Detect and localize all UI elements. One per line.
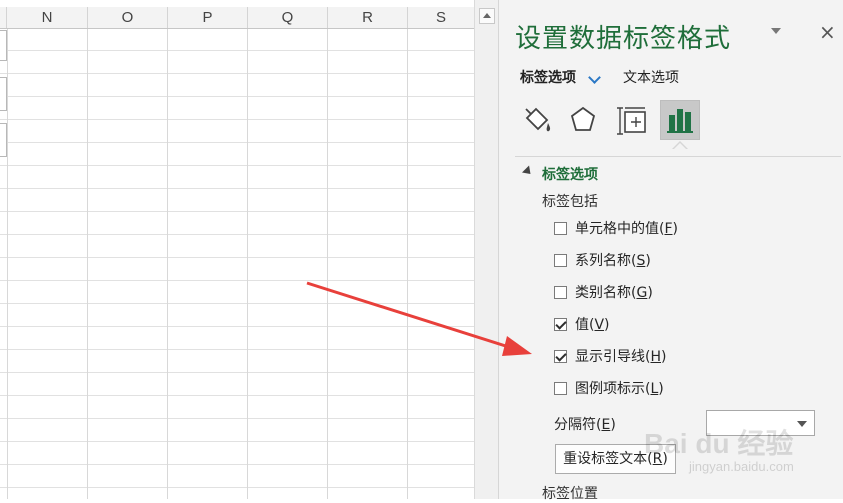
chevron-down-icon[interactable] (588, 71, 601, 84)
scroll-up-arrow-icon[interactable] (479, 8, 495, 24)
chart-shape-edge[interactable] (0, 123, 7, 157)
section-title-label-options[interactable]: 标签选项 (542, 164, 598, 184)
format-data-labels-pane: 设置数据标签格式 × 标签选项 文本选项 标签选项 标签包括 单元格中的值(F)… (498, 0, 843, 502)
column-header-r[interactable]: R (328, 7, 408, 28)
checkbox-legend-key[interactable]: 图例项标示(L) (554, 377, 664, 399)
checkbox-label: 类别名称(G) (575, 285, 653, 301)
tab-text-options[interactable]: 文本选项 (623, 67, 679, 87)
checkbox-series-name[interactable]: 系列名称(S) (554, 249, 651, 271)
checkbox-label: 系列名称(S) (575, 253, 651, 269)
baidu-watermark-url: jingyan.baidu.com (689, 459, 794, 474)
tab-label-options[interactable]: 标签选项 (520, 67, 576, 87)
column-header-n[interactable]: N (7, 7, 88, 28)
baidu-watermark: Bai du 经验 (644, 428, 794, 459)
checkbox-box[interactable] (554, 349, 567, 363)
collapse-triangle-icon[interactable] (521, 165, 535, 178)
row-header-corner (0, 7, 7, 28)
checkbox-box[interactable] (554, 285, 567, 299)
section-divider (515, 156, 841, 157)
checkbox-label: 单元格中的值(F) (575, 221, 678, 237)
checkbox-label: 图例项标示(L) (575, 381, 664, 397)
checkbox-box[interactable] (554, 221, 567, 235)
column-header-o[interactable]: O (88, 7, 168, 28)
label-contains-heading: 标签包括 (542, 194, 598, 210)
checkbox-value-from-cells[interactable]: 单元格中的值(F) (554, 217, 678, 239)
column-header-s[interactable]: S (408, 7, 474, 28)
selected-tab-pointer-fill (673, 143, 687, 150)
chart-shape-edge[interactable] (0, 30, 7, 61)
checkbox-value[interactable]: 值(V) (554, 313, 610, 335)
checkbox-box[interactable] (554, 381, 567, 395)
column-header-q[interactable]: Q (248, 7, 328, 28)
cell-grid[interactable] (0, 29, 474, 499)
vertical-scrollbar[interactable] (474, 0, 498, 499)
pane-title: 设置数据标签格式 (515, 24, 732, 54)
label-position-heading: 标签位置 (542, 486, 598, 502)
dropdown-caret-icon[interactable] (797, 421, 807, 427)
checkbox-category-name[interactable]: 类别名称(G) (554, 281, 653, 303)
checkbox-box[interactable] (554, 317, 567, 331)
checkbox-label: 显示引导线(H) (575, 349, 667, 365)
checkbox-box[interactable] (554, 253, 567, 267)
checkbox-label: 值(V) (575, 317, 610, 333)
size-properties-icon[interactable] (615, 102, 651, 138)
column-header-row: N O P Q R S (0, 7, 474, 29)
chart-shape-edge[interactable] (0, 77, 7, 111)
pentagon-effects-icon[interactable] (565, 102, 601, 138)
pane-options-dropdown-icon[interactable] (771, 28, 781, 34)
column-header-p[interactable]: P (168, 7, 248, 28)
bar-chart-label-icon[interactable] (660, 100, 700, 140)
paint-bucket-icon[interactable] (519, 102, 555, 138)
close-icon[interactable]: × (819, 20, 836, 44)
checkbox-show-leader-lines[interactable]: 显示引导线(H) (554, 345, 666, 367)
separator-label: 分隔符(E) (554, 417, 616, 433)
spreadsheet-area[interactable]: N O P Q R S (0, 0, 474, 499)
